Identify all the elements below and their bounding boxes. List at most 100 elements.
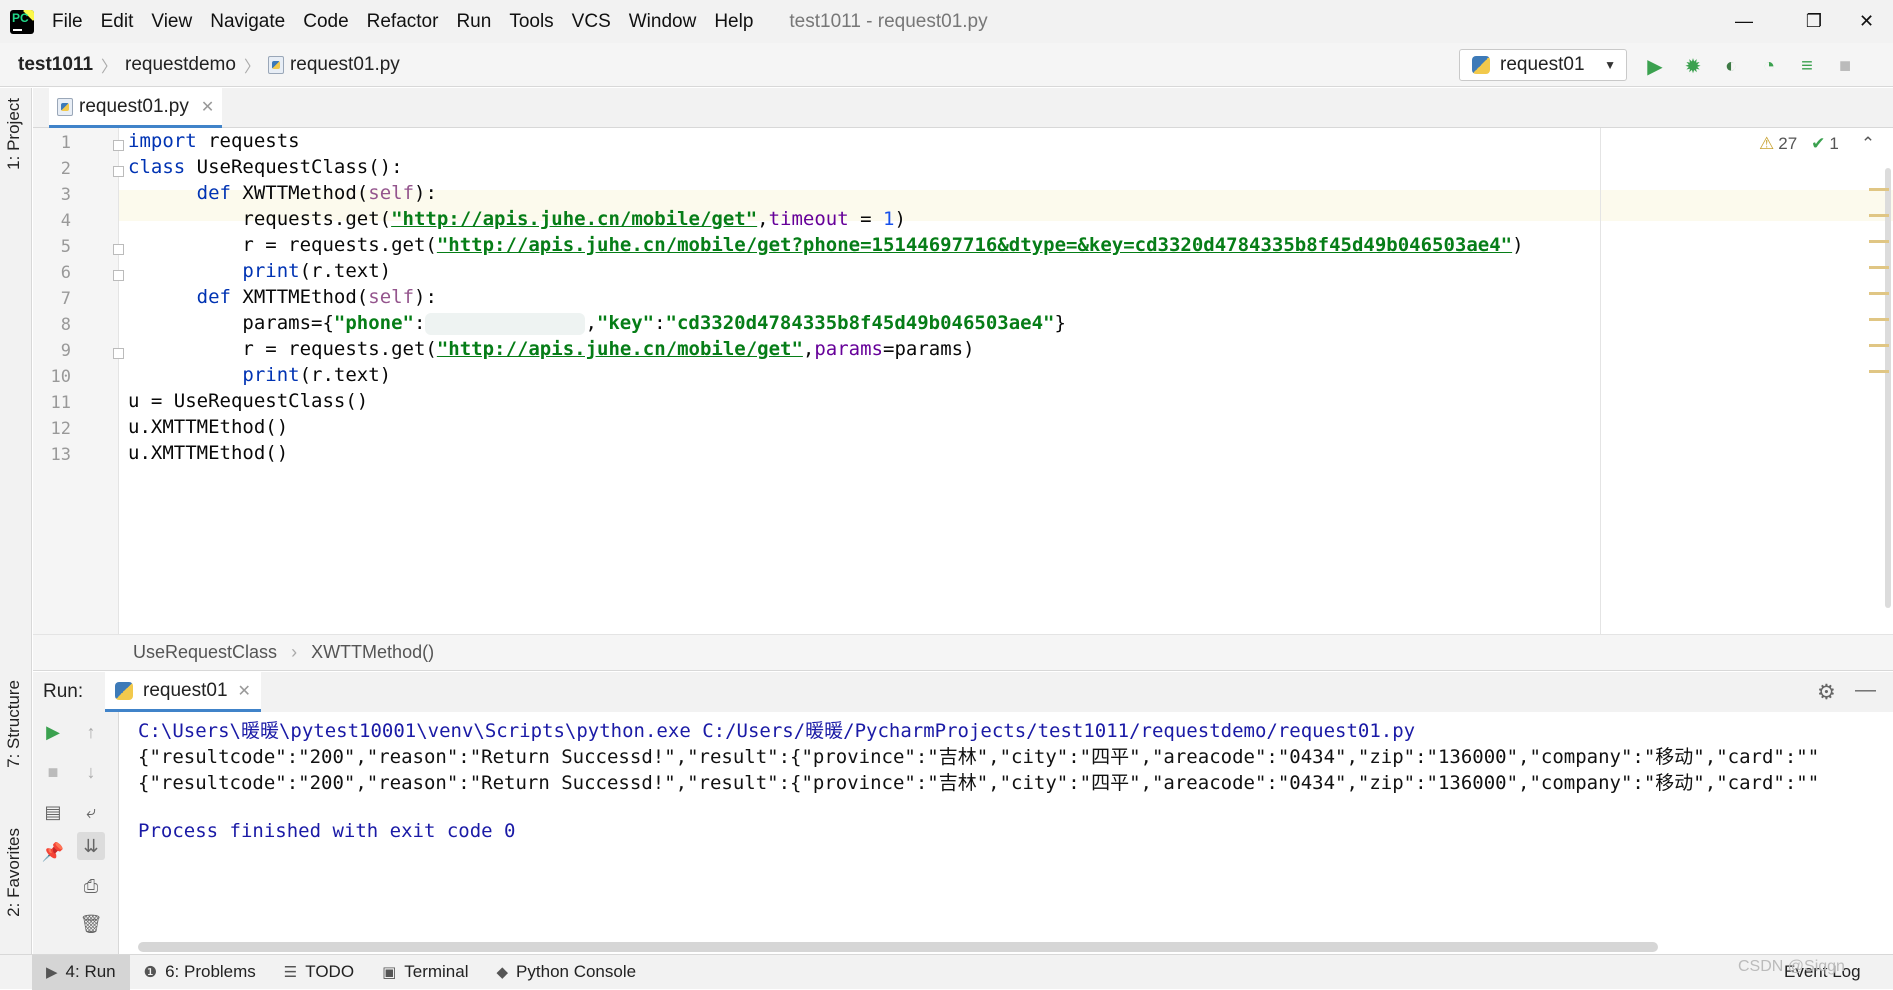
- menu-window[interactable]: Window: [629, 11, 697, 33]
- error-stripe-mark[interactable]: [1869, 240, 1889, 243]
- run-tab-label: request01: [143, 679, 228, 701]
- menu-code[interactable]: Code: [303, 11, 348, 33]
- line-number-gutter: 1 2 3 4 5 6 7 8 9 10 11 12 13: [33, 128, 124, 634]
- fold-marker-icon[interactable]: [113, 166, 124, 177]
- menu-file[interactable]: File: [52, 11, 83, 33]
- error-stripe-mark[interactable]: [1869, 344, 1889, 347]
- editor-scrollbar[interactable]: [1885, 168, 1891, 608]
- breadcrumb-project[interactable]: test1011: [18, 54, 93, 76]
- tab-problems[interactable]: ❶ 6: Problems: [130, 955, 270, 990]
- maximize-button[interactable]: ❐: [1784, 0, 1844, 43]
- error-stripe-mark[interactable]: [1869, 370, 1889, 373]
- python-icon: [115, 681, 133, 700]
- print-icon[interactable]: ⎙: [77, 872, 105, 900]
- breadcrumb-file[interactable]: request01.py: [267, 54, 400, 76]
- fold-marker-icon[interactable]: [113, 348, 124, 359]
- problems-icon: ❶: [143, 964, 158, 981]
- chevron-up-icon[interactable]: ⌃: [1861, 134, 1875, 154]
- code-line-7: def XMTTMEthod(self):: [196, 286, 437, 308]
- run-icon[interactable]: ▶: [1641, 52, 1669, 80]
- trash-icon[interactable]: 🗑: [77, 910, 105, 938]
- console-output[interactable]: C:\Users\暖暖\pytest10001\venv\Scripts\pyt…: [120, 712, 1893, 954]
- tab-request01-py[interactable]: request01.py ✕: [49, 88, 223, 128]
- project-tool-tab[interactable]: 1: Project: [4, 98, 24, 170]
- line-number: 10: [50, 367, 71, 387]
- debug-icon[interactable]: ✹: [1679, 52, 1707, 80]
- fold-marker-icon[interactable]: [113, 140, 124, 151]
- python-file-icon: [267, 55, 284, 74]
- close-window-button[interactable]: ✕: [1840, 0, 1893, 43]
- menu-run[interactable]: Run: [456, 11, 491, 33]
- breadcrumb-method[interactable]: XWTTMethod(): [311, 642, 434, 663]
- error-stripe-mark[interactable]: [1869, 188, 1889, 191]
- pin-icon[interactable]: 📌: [39, 838, 67, 866]
- run-with-coverage-icon[interactable]: ◐: [1717, 52, 1745, 80]
- tab-run[interactable]: ▶ 4: Run: [32, 954, 130, 990]
- arrow-down-icon[interactable]: ↓: [77, 758, 105, 786]
- run-tab-request01[interactable]: request01 ✕: [105, 672, 261, 712]
- menu-help[interactable]: Help: [714, 11, 753, 33]
- menu-refactor[interactable]: Refactor: [367, 11, 439, 33]
- run-panel-title: Run:: [43, 681, 84, 702]
- scroll-to-end-icon[interactable]: ⇊: [77, 832, 105, 860]
- inspection-widget[interactable]: ⚠ 27 ✔ 1 ⌃ ⌄: [1759, 134, 1893, 154]
- tab-label: request01.py: [79, 95, 189, 117]
- tab-todo[interactable]: ☰ TODO: [270, 955, 368, 990]
- fold-marker-icon[interactable]: [113, 270, 124, 281]
- python-icon: [1472, 56, 1490, 74]
- code-line-13: u.XMTTMEthod(): [128, 442, 289, 464]
- menu-view[interactable]: View: [151, 11, 192, 33]
- menu-vcs[interactable]: VCS: [572, 11, 611, 33]
- gear-icon[interactable]: ⚙: [1817, 680, 1836, 705]
- line-number: 13: [50, 445, 71, 465]
- profile-icon[interactable]: ◔: [1755, 52, 1783, 80]
- tab-python-console[interactable]: ◆ Python Console: [483, 955, 651, 990]
- run-concurrency-icon[interactable]: ≡: [1793, 52, 1821, 80]
- line-number: 12: [50, 419, 71, 439]
- error-stripe-mark[interactable]: [1869, 292, 1889, 295]
- left-tool-strip: 1: Project 7: Structure 2: Favorites: [0, 88, 32, 954]
- console-horizontal-scrollbar[interactable]: [138, 942, 1658, 952]
- minimize-button[interactable]: —: [1714, 0, 1774, 43]
- soft-wrap-icon[interactable]: ⤶: [77, 798, 105, 826]
- hide-panel-icon[interactable]: —: [1855, 678, 1876, 702]
- line-number: 1: [60, 133, 71, 153]
- breadcrumb-folder[interactable]: requestdemo: [125, 54, 236, 76]
- line-number: 11: [50, 393, 71, 413]
- stop-icon[interactable]: ■: [1831, 52, 1859, 80]
- run-configuration-select[interactable]: request01 ▼: [1459, 49, 1627, 81]
- code-line-1: import requests: [128, 130, 300, 152]
- close-tab-icon[interactable]: ✕: [238, 681, 251, 701]
- error-stripe-mark[interactable]: [1869, 266, 1889, 269]
- favorites-tool-tab[interactable]: 2: Favorites: [4, 828, 24, 917]
- code-line-2: class UseRequestClass():: [128, 156, 403, 178]
- menu-tools[interactable]: Tools: [509, 11, 553, 33]
- todo-icon: ☰: [283, 964, 298, 981]
- code-line-3: def XWTTMethod(self):: [196, 182, 437, 204]
- structure-tool-tab[interactable]: 7: Structure: [4, 680, 24, 768]
- layout-icon[interactable]: ▤: [39, 798, 67, 826]
- stop-icon[interactable]: ■: [39, 758, 67, 786]
- code-line-9: r = requests.get("http://apis.juhe.cn/mo…: [242, 338, 975, 360]
- code-editor[interactable]: 1 2 3 4 5 6 7 8 9 10 11 12 13 import req…: [33, 128, 1893, 634]
- right-margin-guide: [1600, 128, 1601, 634]
- breadcrumb-class[interactable]: UseRequestClass: [133, 642, 277, 663]
- arrow-up-icon[interactable]: ↑: [77, 718, 105, 746]
- redacted-value: [425, 312, 586, 335]
- line-number: 5: [60, 237, 71, 257]
- navigation-bar: test1011 〉 requestdemo 〉 request01.py re…: [0, 43, 1893, 87]
- code-line-4: requests.get("http://apis.juhe.cn/mobile…: [242, 208, 906, 230]
- python-file-icon: [57, 97, 73, 116]
- menu-edit[interactable]: Edit: [101, 11, 134, 33]
- chevron-right-icon: 〉: [243, 58, 260, 76]
- tab-terminal[interactable]: ▣ Terminal: [368, 955, 482, 990]
- error-stripe-mark[interactable]: [1869, 318, 1889, 321]
- code-line-11: u = UseRequestClass(): [128, 390, 369, 412]
- error-stripe-mark[interactable]: [1869, 214, 1889, 217]
- code-line-12: u.XMTTMEthod(): [128, 416, 289, 438]
- fold-marker-icon[interactable]: [113, 244, 124, 255]
- rerun-icon[interactable]: ▶: [39, 718, 67, 746]
- close-tab-icon[interactable]: ✕: [201, 97, 214, 117]
- menu-navigate[interactable]: Navigate: [210, 11, 285, 33]
- check-icon: ✔: [1811, 134, 1826, 153]
